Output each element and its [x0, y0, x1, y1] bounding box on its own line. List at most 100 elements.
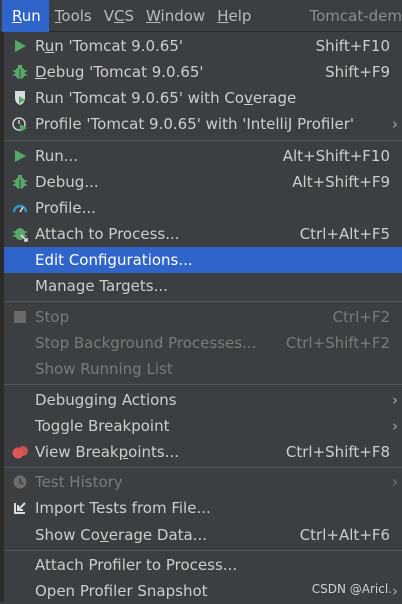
stop-square-icon	[10, 307, 30, 327]
run-config-label-pre: R	[35, 37, 45, 55]
menu-help[interactable]: Help	[211, 0, 257, 32]
debug-dots-item[interactable]: Debug... Alt+Shift+F9	[4, 169, 402, 195]
show-coverage-mnemonic: v	[100, 526, 109, 544]
import-arrow-icon	[10, 498, 30, 518]
profile-config-item[interactable]: Profile 'Tomcat 9.0.65' with 'IntelliJ P…	[4, 111, 402, 137]
menu-separator	[4, 301, 402, 302]
coverage-config-label: Run 'Tomcat 9.0.65' with Coverage	[35, 88, 296, 108]
profile-dots-item[interactable]: Profile...	[4, 195, 402, 221]
debug-config-item[interactable]: Debug 'Tomcat 9.0.65' Shift+F9	[4, 59, 402, 85]
view-breakpoints-label-post: oints...	[128, 443, 179, 461]
breakpoints-icon	[10, 442, 30, 462]
debug-dots-label: Debug...	[35, 172, 99, 192]
view-breakpoints-label: View Breakpoints...	[35, 442, 179, 462]
view-breakpoints-shortcut: Ctrl+Shift+F8	[286, 442, 390, 462]
run-dots-shortcut: Alt+Shift+F10	[283, 146, 390, 166]
profile-config-label: Profile 'Tomcat 9.0.65' with 'IntelliJ P…	[35, 114, 354, 134]
show-coverage-label-post: erage Data...	[109, 526, 207, 544]
history-clock-icon	[10, 472, 30, 492]
menu-bar: Run Tools VCS Window Help Tomcat-dem	[0, 0, 402, 32]
run-icon	[10, 146, 30, 166]
stop-background-shortcut: Ctrl+Shift+F2	[286, 333, 390, 353]
submenu-arrow-icon: ›	[392, 472, 398, 492]
menu-run-mnemonic: R	[12, 7, 22, 25]
menu-tools-rest: ools	[61, 7, 91, 25]
project-title: Tomcat-dem	[304, 0, 402, 32]
import-tests-label: Import Tests from File...	[35, 498, 211, 518]
toggle-breakpoint-label: Toggle Breakpoint	[35, 416, 170, 436]
manage-targets-label: Manage Targets...	[35, 276, 168, 296]
attach-process-item[interactable]: Attach to Process... Ctrl+Alt+F5	[4, 221, 402, 247]
view-breakpoints-item[interactable]: View Breakpoints... Ctrl+Shift+F8	[4, 439, 402, 465]
menu-window[interactable]: Window	[140, 0, 211, 32]
manage-targets-item[interactable]: Manage Targets...	[4, 273, 402, 299]
menu-help-mnemonic: H	[217, 7, 228, 25]
stop-label: Stop	[35, 307, 69, 327]
submenu-arrow-icon: ›	[392, 114, 398, 134]
menu-run-rest: un	[22, 7, 41, 25]
debugging-actions-item[interactable]: Debugging Actions ›	[4, 387, 402, 413]
menu-vcs-mnemonic: C	[114, 7, 124, 25]
run-config-label-post: n 'Tomcat 9.0.65'	[54, 37, 183, 55]
debug-config-label: Debug 'Tomcat 9.0.65'	[35, 62, 204, 82]
run-config-label: Run 'Tomcat 9.0.65'	[35, 36, 183, 56]
menu-vcs-rest: S	[124, 7, 134, 25]
submenu-arrow-icon: ›	[392, 581, 398, 601]
menu-separator	[4, 467, 402, 468]
debug-config-mnemonic: D	[35, 63, 47, 81]
submenu-arrow-icon: ›	[392, 390, 398, 410]
show-coverage-label: Show Coverage Data...	[35, 525, 207, 545]
menu-separator	[4, 140, 402, 141]
run-menu-dropdown: Run 'Tomcat 9.0.65' Shift+F10 Debug 'Tom…	[0, 32, 402, 602]
attach-process-label: Attach to Process...	[35, 224, 180, 244]
show-coverage-shortcut: Ctrl+Alt+F6	[300, 525, 390, 545]
coverage-shield-icon	[10, 88, 30, 108]
toggle-breakpoint-item[interactable]: Toggle Breakpoint ›	[4, 413, 402, 439]
debugging-actions-label: Debugging Actions	[35, 390, 177, 410]
coverage-config-item[interactable]: Run 'Tomcat 9.0.65' with Coverage	[4, 85, 402, 111]
test-history-item[interactable]: Test History ›	[4, 469, 402, 495]
attach-process-shortcut: Ctrl+Alt+F5	[300, 224, 390, 244]
watermark: CSDN @Aricl.	[312, 582, 392, 596]
run-dots-item[interactable]: Run... Alt+Shift+F10	[4, 143, 402, 169]
menu-tools[interactable]: Tools	[49, 0, 98, 32]
import-tests-item[interactable]: Import Tests from File...	[4, 495, 402, 521]
profile-dots-label: Profile...	[35, 198, 96, 218]
menu-run[interactable]: Run	[2, 0, 49, 32]
open-profiler-snapshot-label: Open Profiler Snapshot	[35, 581, 208, 601]
run-config-item[interactable]: Run 'Tomcat 9.0.65' Shift+F10	[4, 33, 402, 59]
edit-configurations-label: Edit Configurations...	[35, 250, 193, 270]
debug-config-shortcut: Shift+F9	[325, 62, 390, 82]
show-running-list-label: Show Running List	[35, 359, 173, 379]
show-coverage-label-pre: Show Co	[35, 526, 100, 544]
attach-debug-icon	[10, 224, 30, 244]
run-dots-label: Run...	[35, 146, 78, 166]
stop-background-label: Stop Background Processes...	[35, 333, 256, 353]
coverage-config-label-post: erage	[253, 89, 296, 107]
debug-config-label-post: ebug 'Tomcat 9.0.65'	[47, 63, 204, 81]
edit-configurations-item[interactable]: Edit Configurations...	[4, 247, 402, 273]
coverage-config-mnemonic: v	[244, 89, 253, 107]
debug-bug-icon	[10, 62, 30, 82]
view-breakpoints-label-pre: View Break	[35, 443, 119, 461]
menu-vcs[interactable]: VCS	[98, 0, 140, 32]
run-icon	[10, 36, 30, 56]
menu-window-rest: indow	[161, 7, 206, 25]
menu-help-rest: elp	[228, 7, 251, 25]
attach-profiler-label: Attach Profiler to Process...	[35, 555, 237, 575]
show-running-list-item[interactable]: Show Running List	[4, 356, 402, 382]
show-coverage-item[interactable]: Show Coverage Data... Ctrl+Alt+F6	[4, 522, 402, 548]
attach-profiler-item[interactable]: Attach Profiler to Process...	[4, 552, 402, 578]
run-config-mnemonic: u	[45, 37, 55, 55]
profiler-clock-icon	[10, 114, 30, 134]
debug-bug-icon	[10, 172, 30, 192]
stop-shortcut: Ctrl+F2	[333, 307, 390, 327]
coverage-config-label-pre: Run 'Tomcat 9.0.65' with Co	[35, 89, 244, 107]
stop-item[interactable]: Stop Ctrl+F2	[4, 304, 402, 330]
profiler-gauge-icon	[10, 198, 30, 218]
submenu-arrow-icon: ›	[392, 416, 398, 436]
test-history-label: Test History	[35, 472, 123, 492]
stop-background-item[interactable]: Stop Background Processes... Ctrl+Shift+…	[4, 330, 402, 356]
menu-window-mnemonic: W	[146, 7, 161, 25]
debug-dots-shortcut: Alt+Shift+F9	[292, 172, 390, 192]
